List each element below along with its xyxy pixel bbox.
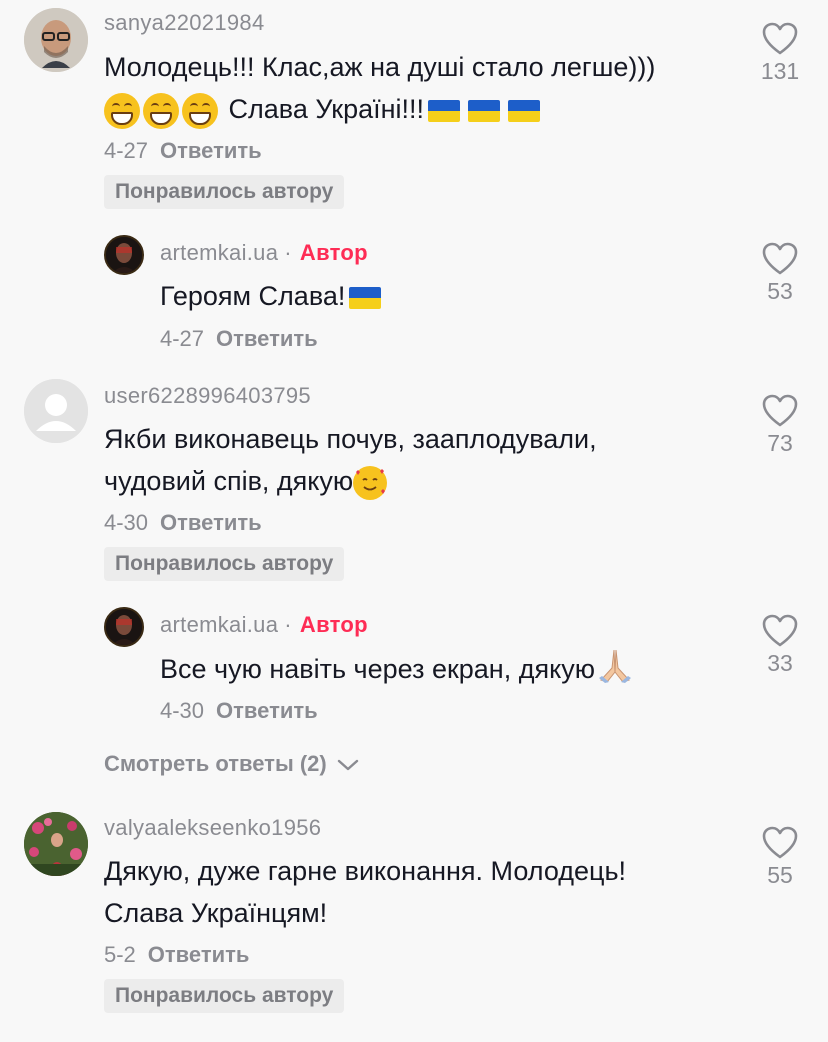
chevron-down-icon (337, 759, 359, 771)
reply-username[interactable]: artemkai.ua (160, 240, 278, 265)
like-button[interactable]: 53 (752, 242, 808, 305)
reply-text-row: Все чую навіть через екран, дякую (160, 646, 635, 696)
avatar[interactable] (104, 235, 144, 275)
comment-username[interactable]: user6228996403795 (104, 383, 311, 409)
view-replies-label: Смотреть ответы (2) (104, 751, 327, 776)
reply-button[interactable]: Ответить (160, 510, 262, 535)
like-count: 131 (760, 58, 800, 84)
author-tag: Автор (299, 612, 368, 637)
author-tag: Автор (299, 240, 368, 265)
comment-text: Якби виконавець почув, зааплодували, (104, 424, 597, 454)
comment-text: Слава Україні!!! (228, 94, 425, 124)
view-replies-button[interactable]: Смотреть ответы (2) (104, 751, 359, 777)
like-count: 55 (767, 862, 793, 888)
avatar[interactable] (24, 379, 88, 443)
like-count: 73 (767, 430, 793, 456)
reply-meta: 4-27 Ответить (160, 326, 318, 352)
avatar[interactable] (104, 607, 144, 647)
ukraine-flag-icon (468, 99, 501, 122)
comment-meta: 5-2 Ответить (104, 942, 249, 968)
reply-text: Все чую навіть через екран, дякую (160, 654, 595, 685)
comment-text-line2: Слава Україні!!! (104, 88, 541, 130)
reply-username-row: artemkai.ua · Автор (160, 612, 368, 637)
heart-icon[interactable] (762, 614, 798, 648)
like-button[interactable]: 33 (752, 614, 808, 677)
reply-date: 4-27 (160, 326, 205, 351)
default-avatar-icon (24, 379, 88, 443)
grinning-emoji-icon (104, 92, 140, 129)
like-button[interactable]: 55 (752, 826, 808, 889)
comment-meta: 4-30 Ответить (104, 510, 262, 536)
ukraine-flag-icon (349, 286, 382, 309)
reply-button[interactable]: Ответить (216, 698, 318, 723)
heart-icon[interactable] (762, 22, 798, 56)
comment-date: 4-27 (104, 138, 149, 163)
like-count: 33 (767, 650, 793, 676)
comment-text: чудовий спів, дякую (104, 466, 354, 496)
folded-hands-icon (595, 646, 635, 696)
comment-text-line2: чудовий спів, дякую (104, 460, 388, 502)
reply-username-row: artemkai.ua · Автор (160, 240, 368, 265)
ukraine-flag-icon (508, 99, 541, 122)
comment-text: Молодець!!! Клас,аж на душі стало легше)… (104, 52, 656, 82)
reply-button[interactable]: Ответить (148, 942, 250, 967)
comment-date: 4-30 (104, 510, 149, 535)
comment-text: Дякую, дуже гарне виконання. Молодець! (104, 856, 627, 886)
ukraine-flag-icon (428, 99, 461, 122)
grinning-emoji-icon (143, 92, 179, 129)
reply-button[interactable]: Ответить (160, 138, 262, 163)
reply-meta: 4-30 Ответить (160, 698, 318, 724)
like-count: 53 (767, 278, 793, 304)
avatar[interactable] (24, 8, 88, 72)
reply-button[interactable]: Ответить (216, 326, 318, 351)
avatar[interactable] (24, 812, 88, 876)
comment-meta: 4-27 Ответить (104, 138, 262, 164)
heart-icon[interactable] (762, 394, 798, 428)
reply-date: 4-30 (160, 698, 205, 723)
comment-username[interactable]: valyaalekseenko1956 (104, 815, 321, 841)
like-button[interactable]: 131 (752, 22, 808, 85)
liked-by-creator-badge: Понравилось автору (104, 175, 345, 209)
reply-username[interactable]: artemkai.ua (160, 612, 278, 637)
comment-date: 5-2 (104, 942, 136, 967)
liked-by-creator-badge: Понравилось автору (104, 547, 345, 581)
comment-username[interactable]: sanya22021984 (104, 10, 265, 36)
smiling-face-with-hearts-icon (353, 465, 388, 500)
reply-text-row: Героям Слава! (160, 275, 382, 317)
liked-by-creator-badge: Понравилось автору (104, 979, 345, 1013)
heart-icon[interactable] (762, 826, 798, 860)
comment-text-line2: Слава Українцям! (104, 898, 328, 928)
reply-text: Героям Слава! (160, 281, 346, 311)
heart-icon[interactable] (762, 242, 798, 276)
grinning-emoji-icon (182, 92, 218, 129)
like-button[interactable]: 73 (752, 394, 808, 457)
